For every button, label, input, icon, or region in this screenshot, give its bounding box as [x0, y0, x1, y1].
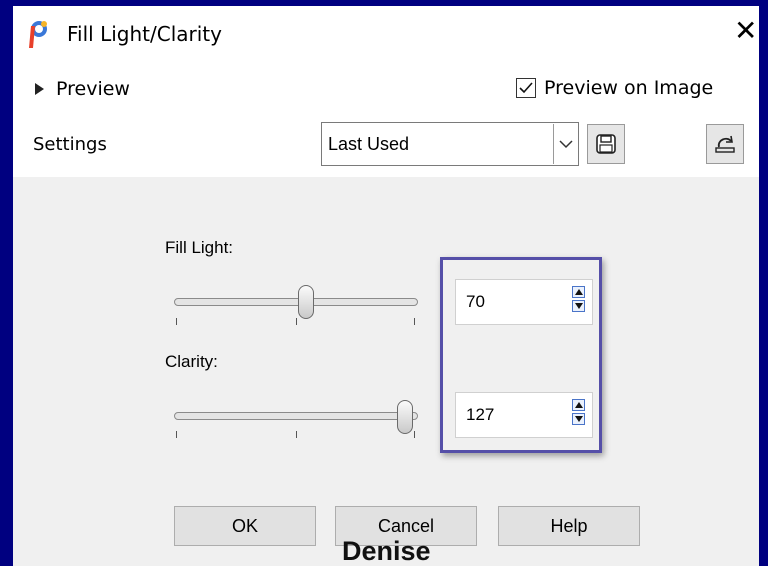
checkbox-checked-icon[interactable] [516, 78, 536, 98]
fill-light-slider-track[interactable] [174, 298, 418, 306]
slider-tick [176, 318, 177, 325]
fill-light-clarity-dialog: Fill Light/Clarity ✕ Preview Preview on … [0, 0, 768, 566]
window-frame-right [759, 0, 768, 566]
chevron-down-icon[interactable] [553, 124, 578, 164]
preview-toggle-label: Preview [56, 78, 130, 100]
window-frame-left [0, 0, 13, 566]
save-preset-button[interactable] [587, 124, 625, 164]
floppy-disk-icon [596, 134, 616, 154]
slider-tick [414, 318, 415, 325]
clarity-slider-track[interactable] [174, 412, 418, 420]
watermark-signature: Denise [342, 536, 431, 566]
reset-defaults-button[interactable] [706, 124, 744, 164]
reset-defaults-icon [715, 135, 735, 153]
slider-tick [296, 318, 297, 325]
settings-preset-select[interactable]: Last Used [321, 122, 579, 166]
settings-label: Settings [33, 134, 107, 155]
window-title: Fill Light/Clarity [67, 22, 222, 46]
clarity-slider-thumb[interactable] [397, 400, 413, 434]
preview-on-image-label: Preview on Image [544, 77, 714, 99]
preview-toggle[interactable]: Preview [35, 78, 130, 100]
slider-tick [296, 431, 297, 438]
ok-button[interactable]: OK [174, 506, 316, 546]
expand-triangle-icon [35, 83, 44, 95]
settings-selected-value: Last Used [328, 133, 410, 154]
close-icon[interactable]: ✕ [734, 16, 757, 46]
preview-on-image-checkbox[interactable]: Preview on Image [516, 77, 713, 99]
slider-tick [176, 431, 177, 438]
window-frame-top [0, 0, 768, 6]
fill-light-label: Fill Light: [165, 238, 234, 257]
annotation-highlight-box [440, 257, 602, 453]
paint-shop-pro-icon [24, 20, 50, 50]
slider-tick [414, 431, 415, 438]
clarity-label: Clarity: [165, 352, 218, 371]
help-button[interactable]: Help [498, 506, 640, 546]
fill-light-slider-thumb[interactable] [298, 285, 314, 319]
